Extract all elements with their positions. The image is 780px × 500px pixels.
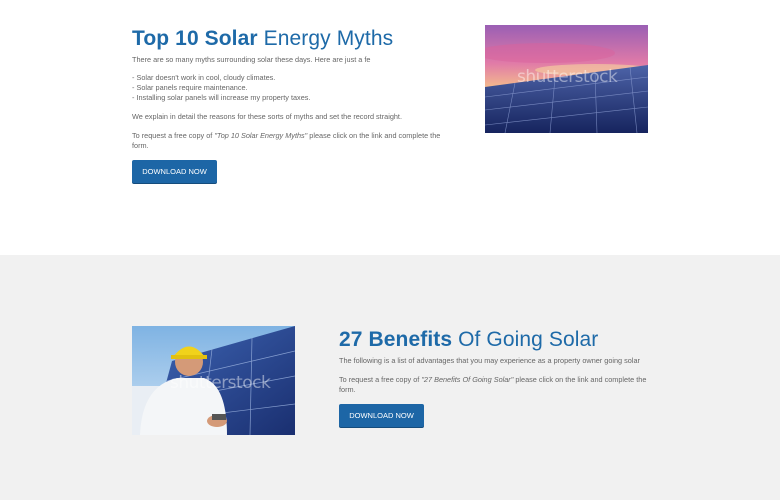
- myths-list-item-1: - Solar doesn't work in cool, cloudy cli…: [132, 73, 276, 82]
- myths-title-rest: Energy Myths: [263, 27, 394, 50]
- benefits-request: To request a free copy of "27 Benefits O…: [339, 375, 646, 385]
- image-watermark: shutterstock: [170, 373, 271, 393]
- image-watermark: shutterstock: [517, 67, 618, 87]
- myths-request-post: please click on the link and complete th…: [307, 131, 441, 140]
- benefits-request-post: please click on the link and complete th…: [513, 375, 647, 384]
- myths-title: Top 10 Solar Energy Myths: [132, 27, 393, 51]
- myths-list-item-3: - Installing solar panels will increase …: [132, 93, 311, 102]
- myths-download-button[interactable]: DOWNLOAD NOW: [132, 160, 217, 183]
- benefits-request-title: "27 Benefits Of Going Solar": [421, 375, 514, 384]
- myths-explain: We explain in detail the reasons for the…: [132, 112, 402, 121]
- benefits-title-rest: Of Going Solar: [458, 328, 599, 351]
- benefits-intro: The following is a list of advantages th…: [339, 356, 640, 365]
- benefits-request-line2: form.: [339, 385, 356, 394]
- myths-request-title: "Top 10 Solar Energy Myths": [214, 131, 308, 140]
- myths-list-item-2: - Solar panels require maintenance.: [132, 83, 248, 92]
- myths-request-line2: form.: [132, 141, 149, 150]
- benefits-title-bold: 27 Benefits: [339, 328, 453, 351]
- benefits-download-button[interactable]: DOWNLOAD NOW: [339, 404, 424, 427]
- benefits-title: 27 Benefits Of Going Solar: [339, 328, 598, 352]
- solar-sunset-image: shutterstock: [485, 25, 648, 133]
- myths-intro: There are so many myths surrounding sola…: [132, 55, 371, 64]
- benefits-request-pre: To request a free copy of: [339, 375, 422, 384]
- myths-request-pre: To request a free copy of: [132, 131, 215, 140]
- myths-request: To request a free copy of "Top 10 Solar …: [132, 131, 440, 141]
- myths-section: Top 10 Solar Energy Myths There are so m…: [0, 0, 780, 255]
- benefits-section: shutterstock 27 Benefits Of Going Solar …: [0, 255, 780, 500]
- solar-worker-image: shutterstock: [132, 326, 295, 435]
- myths-title-bold: Top 10 Solar: [132, 27, 258, 50]
